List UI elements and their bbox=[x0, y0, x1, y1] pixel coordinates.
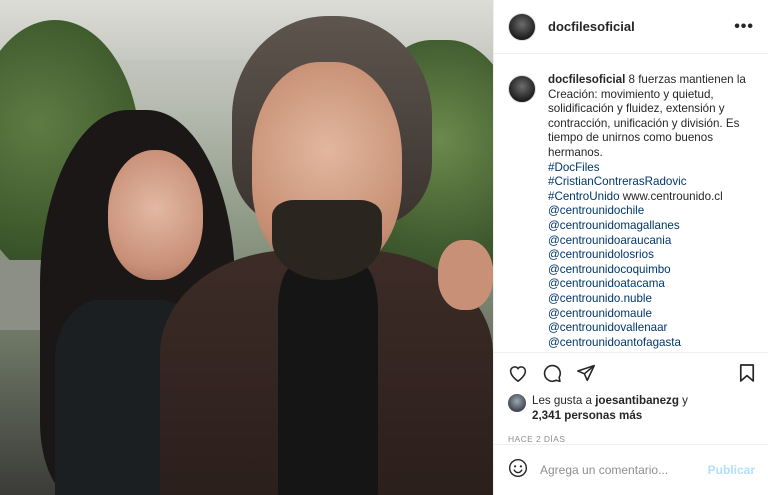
actions-area: Les gusta a joesantibanezg y 2,341 perso… bbox=[494, 352, 768, 444]
post-side-panel: docfilesoficial ••• docfilesoficial 8 fu… bbox=[493, 0, 768, 495]
comment-box: Publicar bbox=[494, 444, 768, 495]
mention-link[interactable]: @centrounidochile bbox=[548, 204, 755, 219]
caption: docfilesoficial 8 fuerzas mantienen la C… bbox=[548, 73, 755, 352]
photo-hand bbox=[438, 240, 493, 310]
mention-link[interactable]: @centrounidovallenaar bbox=[548, 321, 755, 336]
photo-man-sweater bbox=[278, 262, 378, 495]
heart-icon[interactable] bbox=[508, 364, 528, 382]
publish-button[interactable]: Publicar bbox=[708, 463, 755, 477]
mention-link[interactable]: @centrounidoantofagasta bbox=[548, 336, 755, 351]
liker-username[interactable]: joesantibanezg bbox=[595, 394, 679, 407]
mention-link[interactable]: @centrounidolosrios bbox=[548, 248, 755, 263]
avatar[interactable] bbox=[508, 12, 536, 41]
mention-link[interactable]: @centrounidoatacama bbox=[548, 277, 755, 292]
mention-link[interactable]: @centrounidomagallanes bbox=[548, 219, 755, 234]
likes-count[interactable]: 2,341 personas más bbox=[532, 409, 642, 422]
header-username[interactable]: docfilesoficial bbox=[548, 19, 635, 34]
emoji-icon[interactable] bbox=[508, 458, 528, 483]
website-text: www.centrounido.cl bbox=[622, 189, 723, 203]
likes-text: Les gusta a joesantibanezg y 2,341 perso… bbox=[532, 393, 688, 423]
post-photo[interactable] bbox=[0, 0, 493, 495]
comment-input[interactable] bbox=[540, 463, 700, 477]
caption-username[interactable]: docfilesoficial bbox=[548, 73, 625, 86]
likes-prefix: Les gusta a bbox=[532, 394, 592, 407]
hashtag-link[interactable]: #CristianContrerasRadovic bbox=[548, 175, 755, 190]
likes-summary: Les gusta a joesantibanezg y 2,341 perso… bbox=[508, 393, 755, 423]
comment-icon[interactable] bbox=[542, 363, 562, 383]
post-time[interactable]: HACE 2 DÍAS bbox=[508, 434, 755, 444]
share-icon[interactable] bbox=[576, 364, 596, 382]
hashtag-link[interactable]: #CentroUnido bbox=[548, 190, 620, 203]
bookmark-icon[interactable] bbox=[739, 363, 755, 383]
mention-link[interactable]: @centrounidoaraucania bbox=[548, 234, 755, 249]
more-options-icon[interactable]: ••• bbox=[734, 18, 754, 36]
caption-avatar[interactable] bbox=[508, 75, 536, 103]
caption-area: docfilesoficial 8 fuerzas mantienen la C… bbox=[494, 55, 768, 352]
liker-avatar[interactable] bbox=[508, 394, 526, 412]
mention-link[interactable]: @centrounido.nuble bbox=[548, 292, 755, 307]
hashtag-link[interactable]: #DocFiles bbox=[548, 161, 755, 176]
action-bar bbox=[508, 353, 755, 393]
post-header: docfilesoficial ••• bbox=[494, 0, 768, 54]
photo-man-beard bbox=[272, 200, 382, 280]
mention-link[interactable]: @centrounidomaule bbox=[548, 307, 755, 322]
likes-and: y bbox=[682, 394, 688, 407]
mention-link[interactable]: @centrounidocoquimbo bbox=[548, 263, 755, 278]
photo-woman-face bbox=[108, 150, 203, 280]
